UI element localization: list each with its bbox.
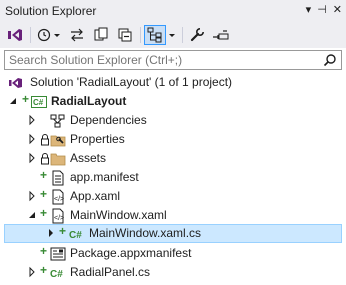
svg-text:</>: </>: [54, 196, 64, 203]
tree-row-package-appxmanifest[interactable]: + Package.appxmanifest: [0, 244, 346, 263]
preview-button[interactable]: [210, 25, 232, 45]
collapsed-arrow-icon[interactable]: [26, 114, 38, 126]
item-label: app.manifest: [70, 170, 139, 184]
collapsed-arrow-icon[interactable]: [26, 266, 38, 278]
pages-icon: [94, 27, 108, 41]
item-label: RadialPanel.cs: [70, 265, 151, 279]
tree-row-project[interactable]: + C# RadialLayout: [0, 92, 346, 111]
folder-icon: [50, 153, 66, 166]
csharp-project-icon: C#: [31, 96, 47, 108]
chevron-down-icon: [169, 34, 175, 37]
tree-row-app-manifest[interactable]: + app.manifest: [0, 168, 346, 187]
solution-tree: Solution 'RadialLayout' (1 of 1 project)…: [0, 73, 346, 285]
wrench-icon: [190, 27, 205, 42]
manifest-file-icon: [52, 170, 64, 186]
item-label: Assets: [70, 151, 107, 165]
properties-folder-icon: [50, 135, 66, 147]
collapsed-arrow-icon[interactable]: [26, 190, 38, 202]
tree-row-radialpanel-cs[interactable]: + C# RadialPanel.cs: [0, 263, 346, 282]
package-manifest-icon: [50, 247, 66, 261]
dependencies-icon: [50, 114, 65, 128]
filter-dropdown-button[interactable]: [166, 25, 178, 45]
collapsed-arrow-icon[interactable]: [26, 152, 38, 164]
refresh-button[interactable]: [90, 25, 112, 45]
tree-row-dependencies[interactable]: Dependencies: [0, 111, 346, 130]
lock-icon: [41, 153, 49, 165]
item-label: App.xaml: [70, 189, 121, 203]
tree-row-mainwindow-xaml[interactable]: + </> MainWindow.xaml: [0, 206, 346, 225]
expanded-arrow-icon[interactable]: [26, 209, 38, 221]
added-icon: +: [40, 263, 48, 277]
sync-arrows-icon: [71, 28, 83, 42]
added-icon: +: [40, 206, 48, 220]
solution-label: Solution 'RadialLayout' (1 of 1 project): [30, 75, 233, 89]
title-bar: Solution Explorer ▾ ⊣ ✕: [0, 0, 346, 22]
item-label: Package.appxmanifest: [70, 246, 192, 260]
collapsed-arrow-icon[interactable]: [26, 133, 38, 145]
added-icon: +: [40, 187, 48, 201]
added-icon: +: [40, 244, 48, 258]
added-icon: +: [59, 224, 67, 238]
switch-views-button[interactable]: [4, 25, 26, 45]
tree-row-solution[interactable]: Solution 'RadialLayout' (1 of 1 project): [0, 73, 346, 92]
show-all-files-button[interactable]: [144, 25, 166, 45]
added-icon: +: [22, 92, 30, 106]
xaml-file-icon: </>: [52, 189, 64, 205]
search-box[interactable]: [4, 50, 342, 70]
item-label: MainWindow.xaml.cs: [89, 226, 202, 240]
hierarchy-icon: [147, 27, 162, 43]
svg-text:C#: C#: [50, 269, 63, 280]
pin-icon[interactable]: ⊣: [317, 3, 327, 17]
close-icon[interactable]: ✕: [333, 3, 342, 17]
tree-row-mainwindow-xaml-cs[interactable]: + C# MainWindow.xaml.cs: [4, 224, 342, 243]
svg-text:</>: </>: [54, 215, 64, 222]
visual-studio-icon: [8, 29, 22, 41]
preview-icon: [213, 30, 229, 40]
csharp-file-icon: C#: [69, 230, 82, 241]
tree-row-app-xaml[interactable]: + </> App.xaml: [0, 187, 346, 206]
toolbar: [0, 22, 346, 48]
dropdown-icon[interactable]: ▾: [306, 3, 312, 17]
properties-button[interactable]: [186, 25, 208, 45]
expanded-arrow-icon[interactable]: [7, 95, 19, 107]
collapse-icon: [118, 28, 132, 42]
added-icon: +: [40, 168, 48, 182]
history-button[interactable]: [34, 25, 64, 45]
xaml-file-icon: </>: [52, 208, 64, 224]
item-label: Properties: [70, 132, 125, 146]
collapsed-arrow-icon[interactable]: [45, 227, 57, 239]
svg-text:C#: C#: [69, 230, 82, 241]
tree-row-assets[interactable]: Assets: [0, 149, 346, 168]
solution-icon: [9, 78, 22, 88]
clock-icon: [37, 28, 60, 42]
lock-icon: [41, 134, 49, 146]
window-title: Solution Explorer: [5, 4, 97, 18]
svg-text:C#: C#: [33, 98, 44, 107]
project-label: RadialLayout: [51, 94, 127, 108]
csharp-file-icon: C#: [50, 269, 63, 280]
item-label: MainWindow.xaml: [70, 208, 167, 222]
item-label: Dependencies: [70, 113, 147, 127]
search-input[interactable]: [5, 51, 315, 69]
collapse-all-button[interactable]: [114, 25, 136, 45]
search-icon[interactable]: [323, 53, 337, 67]
tree-row-properties[interactable]: Properties: [0, 130, 346, 149]
sync-button[interactable]: [66, 25, 88, 45]
